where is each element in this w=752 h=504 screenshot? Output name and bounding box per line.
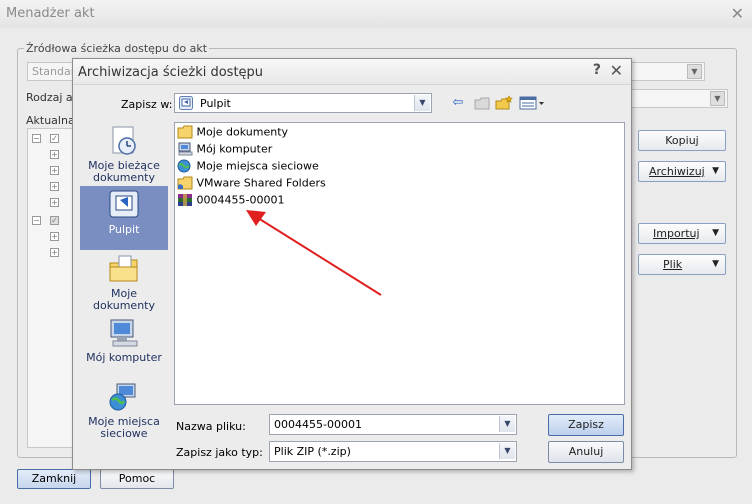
help-button-label: Pomoc	[118, 472, 156, 485]
up-folder-icon[interactable]	[473, 95, 491, 111]
place-label: Moje dokumenty	[93, 287, 155, 312]
list-item[interactable]: Mój komputer	[177, 142, 272, 158]
tree-node[interactable]: −	[32, 134, 41, 144]
window-title: Menadżer akt	[6, 6, 95, 21]
close-button[interactable]: Zamknij	[17, 469, 91, 489]
file-name: Mój komputer	[196, 142, 273, 156]
tree-expander[interactable]: +	[50, 198, 59, 208]
file-name: Moje miejsca sieciowe	[196, 159, 319, 173]
chevron-down-icon[interactable]: ▼	[499, 443, 515, 459]
my-documents-icon	[109, 255, 138, 282]
list-item[interactable]: Moje dokumenty	[177, 125, 288, 141]
help-button[interactable]: Pomoc	[100, 469, 174, 489]
window-title-bar: Menadżer akt	[0, 0, 752, 28]
folder-tree[interactable]: − ✓ + + + + − ✓ + +	[27, 128, 73, 448]
place-label: Moje miejsca sieciowe	[88, 415, 160, 440]
desktop-icon	[109, 190, 139, 218]
chevron-down-icon[interactable]: ▼	[710, 91, 725, 106]
tree-expander[interactable]: +	[50, 248, 59, 258]
tree-expander[interactable]: +	[50, 150, 59, 160]
desktop-icon	[179, 96, 193, 110]
copy-button[interactable]: Kopiuj	[638, 130, 726, 151]
archive-button[interactable]: Archiwizuj ▼	[638, 161, 726, 182]
chevron-down-icon[interactable]: ▼	[687, 64, 702, 79]
file-type-select[interactable]: Plik ZIP (*.zip) ▼	[269, 441, 517, 462]
place-my-documents[interactable]: Moje dokumenty	[80, 250, 168, 314]
network-icon	[177, 159, 191, 173]
list-item[interactable]: 0004455-00001	[177, 193, 284, 209]
source-path-group-label: Źródłowa ścieżka dostępu do akt	[24, 42, 210, 55]
tree-checkbox[interactable]: ✓	[50, 216, 59, 226]
places-bar: Moje bieżące dokumenty Pulpit Moje dokum…	[80, 122, 168, 440]
file-name-input[interactable]: 0004455-00001 ▼	[269, 414, 517, 435]
file-type-value: Plik ZIP (*.zip)	[274, 445, 351, 458]
place-label: Moje bieżące dokumenty	[88, 159, 160, 184]
file-name: Moje dokumenty	[196, 125, 289, 139]
chevron-down-icon[interactable]: ▼	[499, 416, 515, 432]
network-places-icon	[109, 383, 136, 411]
help-icon[interactable]: ?	[593, 62, 601, 78]
save-in-combo[interactable]: Pulpit ▼	[174, 93, 432, 113]
close-icon[interactable]: ✕	[610, 61, 623, 80]
chevron-down-icon: ▼	[712, 166, 719, 176]
tree-expander[interactable]: +	[50, 182, 59, 192]
close-button-label: Zamknij	[31, 472, 77, 485]
save-button[interactable]: Zapisz	[548, 414, 624, 436]
new-folder-icon[interactable]	[495, 95, 513, 111]
list-item[interactable]: VMware Shared Folders	[177, 176, 326, 192]
archive-button-label: Archiwizuj	[649, 165, 705, 178]
cancel-button[interactable]: Anuluj	[548, 441, 624, 463]
save-in-value: Pulpit	[200, 97, 231, 110]
file-button-label: Plik	[663, 258, 683, 271]
views-menu-icon[interactable]	[519, 95, 545, 111]
tree-node[interactable]: −	[32, 216, 41, 226]
copy-button-label: Kopiuj	[665, 134, 699, 147]
file-button[interactable]: Plik ▼	[638, 254, 726, 275]
place-my-computer[interactable]: Mój komputer	[80, 314, 168, 378]
current-label: Aktualna	[26, 114, 75, 127]
file-list[interactable]: Moje dokumenty Mój komputer Moje miejsca…	[174, 122, 625, 405]
tree-expander[interactable]: +	[50, 232, 59, 242]
chevron-down-icon[interactable]: ▼	[414, 95, 430, 111]
window-close-icon[interactable]: ✕	[731, 4, 744, 23]
file-name-value: 0004455-00001	[274, 418, 362, 431]
dialog-title-bar: Archiwizacja ścieżki dostępu ? ✕	[73, 59, 631, 85]
save-in-label: Zapisz w:	[121, 98, 173, 111]
import-button[interactable]: Importuj ▼	[638, 223, 726, 244]
import-button-label: Importuj	[653, 227, 700, 240]
back-arrow-icon[interactable]: ⇦	[449, 95, 467, 111]
my-computer-icon	[110, 319, 138, 347]
place-desktop[interactable]: Pulpit	[80, 186, 168, 250]
tree-checkbox[interactable]: ✓	[50, 134, 59, 144]
cancel-button-label: Anuluj	[568, 445, 604, 458]
place-recent-documents[interactable]: Moje bieżące dokumenty	[80, 122, 168, 186]
zip-archive-icon	[178, 194, 192, 206]
file-name: 0004455-00001	[196, 193, 285, 207]
recent-documents-icon	[112, 126, 136, 155]
folder-icon	[177, 125, 193, 139]
tree-expander[interactable]: +	[50, 166, 59, 176]
file-type-label: Zapisz jako typ:	[176, 446, 263, 459]
save-button-label: Zapisz	[568, 418, 604, 431]
type-combo[interactable]: ▼	[628, 89, 728, 108]
list-item[interactable]: Moje miejsca sieciowe	[177, 159, 319, 175]
file-name: VMware Shared Folders	[196, 176, 326, 190]
chevron-down-icon: ▼	[712, 228, 719, 238]
chevron-down-icon: ▼	[712, 259, 719, 269]
computer-icon	[178, 142, 193, 156]
archive-dialog: Archiwizacja ścieżki dostępu ? ✕ Zapisz …	[72, 58, 632, 470]
shared-folder-icon	[177, 176, 193, 190]
dialog-title: Archiwizacja ścieżki dostępu	[78, 65, 264, 80]
place-label: Pulpit	[108, 223, 140, 236]
place-label: Mój komputer	[86, 351, 162, 364]
file-name-label: Nazwa pliku:	[176, 420, 246, 433]
place-network[interactable]: Moje miejsca sieciowe	[80, 378, 168, 442]
